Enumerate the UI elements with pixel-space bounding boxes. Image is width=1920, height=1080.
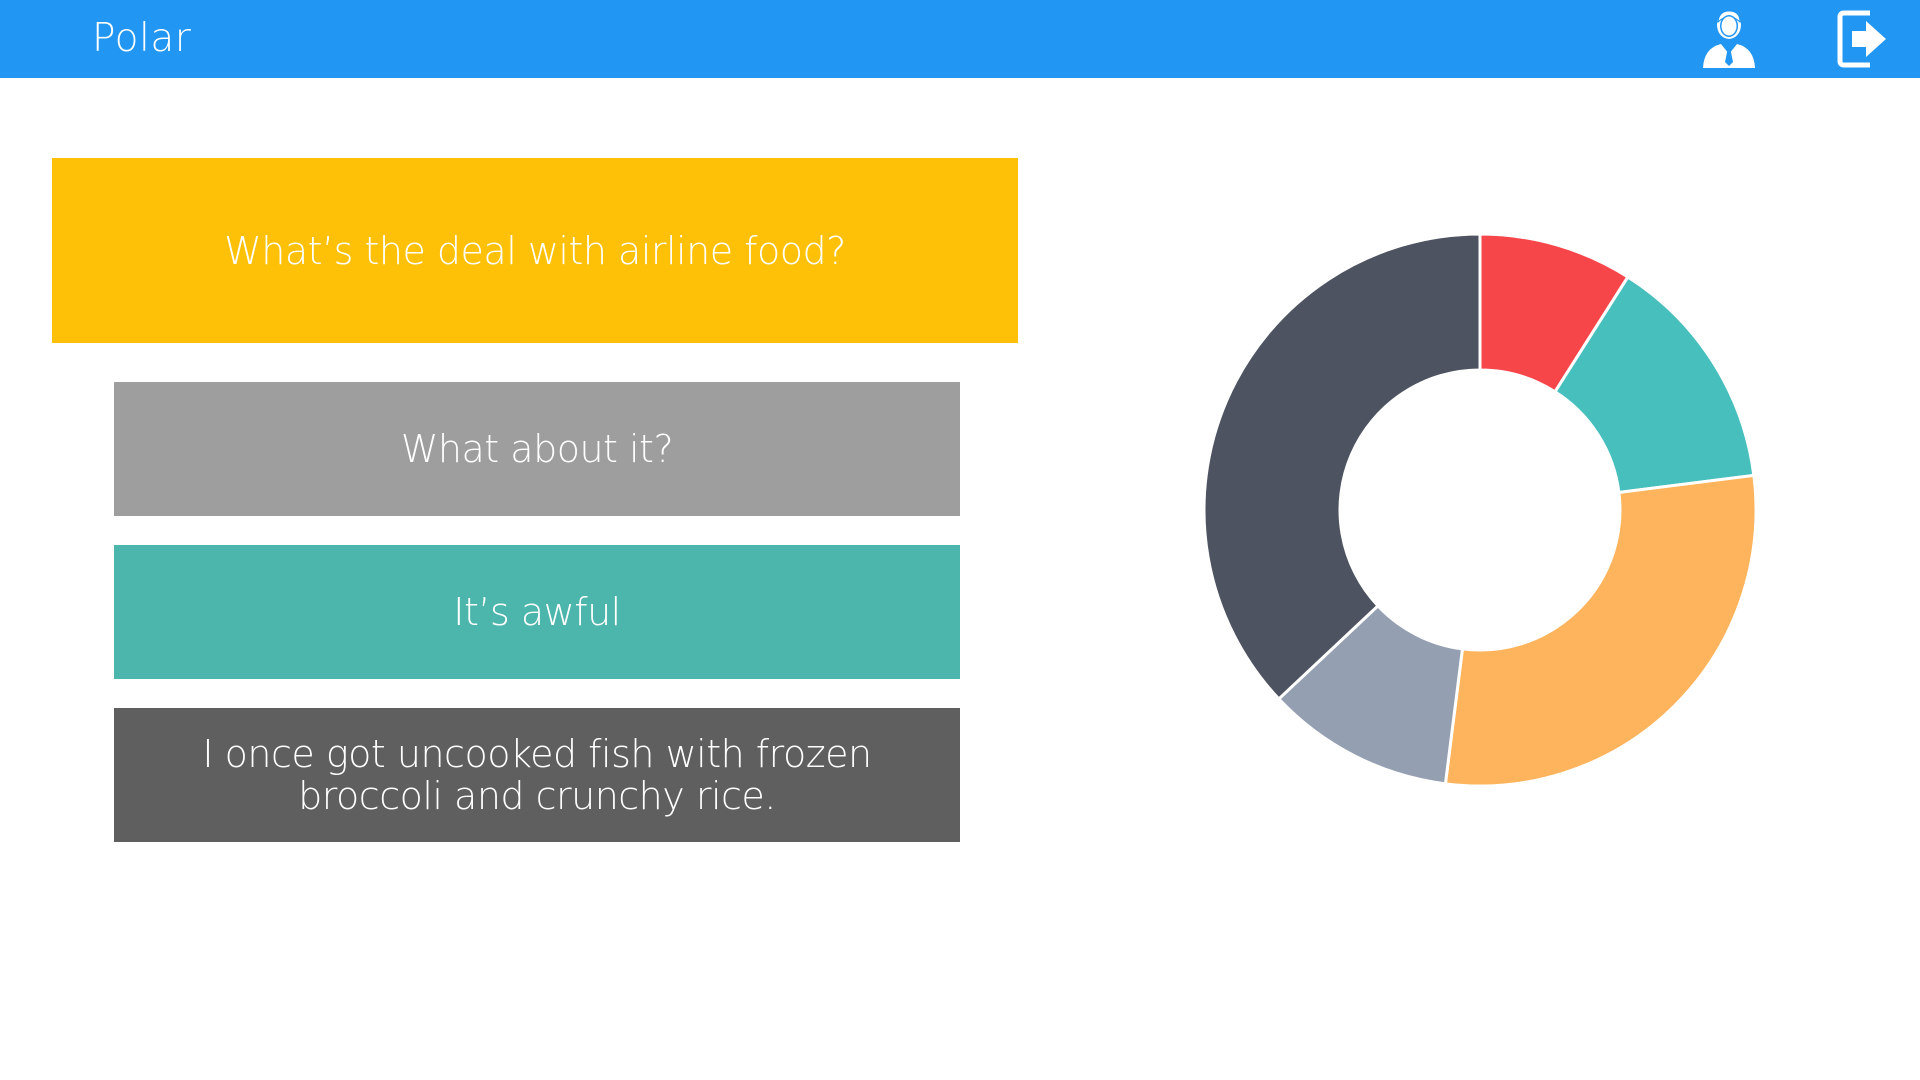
answer-text: What about it? [400, 427, 674, 471]
question-card: What’s the deal with airline food? [52, 158, 1018, 343]
profile-button[interactable] [1697, 7, 1761, 71]
answer-text: It’s awful [453, 590, 621, 634]
question-text: What’s the deal with airline food? [224, 228, 846, 273]
app-title: Polar [92, 16, 192, 61]
user-profile-icon [1703, 10, 1755, 68]
answer-option-3[interactable]: I once got uncooked fish with frozen bro… [114, 708, 960, 842]
logout-button[interactable] [1832, 7, 1896, 71]
logout-icon [1837, 10, 1886, 68]
donut-slice-3 [1443, 473, 1758, 788]
results-donut-chart [1190, 220, 1770, 800]
donut-slice-5 [1202, 232, 1482, 702]
donut-chart-svg [1202, 232, 1758, 788]
top-app-bar: Polar [0, 0, 1920, 78]
answer-option-1[interactable]: What about it? [114, 382, 960, 516]
answer-option-2[interactable]: It’s awful [114, 545, 960, 679]
answer-text: I once got uncooked fish with frozen bro… [202, 732, 872, 818]
